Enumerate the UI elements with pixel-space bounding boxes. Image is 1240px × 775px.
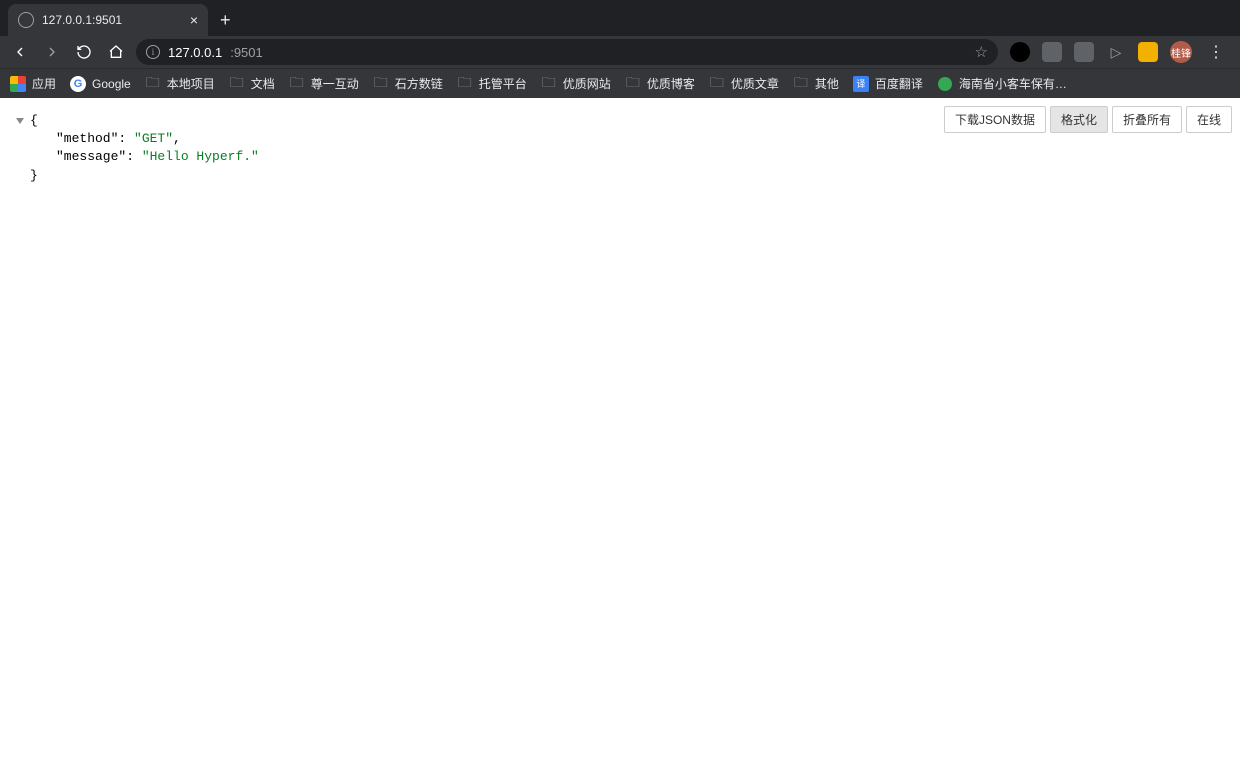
bookmark-label: 优质网站 xyxy=(563,75,611,92)
folder-icon: 🗀 xyxy=(145,76,161,92)
format-button[interactable]: 格式化 xyxy=(1050,106,1108,133)
folder-icon: 🗀 xyxy=(289,76,305,92)
bookmark-label: 托管平台 xyxy=(479,75,527,92)
json-line-message: "message": "Hello Hyperf." xyxy=(16,148,1224,166)
globe-icon xyxy=(18,12,34,28)
bookmark-label: 优质博客 xyxy=(647,75,695,92)
profile-avatar[interactable]: 桂锋 xyxy=(1170,41,1192,63)
back-button[interactable] xyxy=(8,40,32,64)
extension-icon-4[interactable]: ▷ xyxy=(1106,42,1126,62)
online-button[interactable]: 在线 xyxy=(1186,106,1232,133)
bookmark-folder[interactable]: 🗀 其他 xyxy=(793,75,839,92)
json-line-close: } xyxy=(16,167,1224,185)
translate-icon: 译 xyxy=(853,76,869,92)
json-viewer-toolbar: 下载JSON数据 格式化 折叠所有 在线 xyxy=(944,106,1232,133)
bookmark-star-icon[interactable]: ☆ xyxy=(975,43,988,61)
bookmark-label: 尊一互动 xyxy=(311,75,359,92)
menu-kebab-icon[interactable]: ⋮ xyxy=(1204,42,1228,62)
folder-icon: 🗀 xyxy=(541,76,557,92)
extension-icon-3[interactable] xyxy=(1074,42,1094,62)
folder-icon: 🗀 xyxy=(229,76,245,92)
browser-tab[interactable]: 127.0.0.1:9501 × xyxy=(8,4,208,36)
extension-icon-1[interactable] xyxy=(1010,42,1030,62)
extension-icon-2[interactable] xyxy=(1042,42,1062,62)
folder-icon: 🗀 xyxy=(709,76,725,92)
google-icon: G xyxy=(70,76,86,92)
bookmarks-bar: 应用 G Google 🗀 本地项目 🗀 文档 🗀 尊一互动 🗀 石方数链 🗀 … xyxy=(0,68,1240,98)
collapse-toggle-icon[interactable] xyxy=(16,118,24,124)
folder-icon: 🗀 xyxy=(457,76,473,92)
download-json-button[interactable]: 下载JSON数据 xyxy=(944,106,1046,133)
collapse-all-button[interactable]: 折叠所有 xyxy=(1112,106,1182,133)
extension-icon-5[interactable] xyxy=(1138,42,1158,62)
close-icon[interactable]: × xyxy=(190,13,198,27)
bookmark-folder[interactable]: 🗀 托管平台 xyxy=(457,75,527,92)
home-button[interactable] xyxy=(104,40,128,64)
site-icon xyxy=(937,76,953,92)
bookmark-folder[interactable]: 🗀 优质文章 xyxy=(709,75,779,92)
bookmark-label: 海南省小客车保有… xyxy=(959,75,1067,92)
forward-button[interactable] xyxy=(40,40,64,64)
bookmark-label: 本地项目 xyxy=(167,75,215,92)
bookmark-google[interactable]: G Google xyxy=(70,76,131,92)
browser-toolbar: i 127.0.0.1 :9501 ☆ ▷ 桂锋 ⋮ xyxy=(0,36,1240,68)
bookmark-label: 文档 xyxy=(251,75,275,92)
address-bar[interactable]: i 127.0.0.1 :9501 ☆ xyxy=(136,39,998,65)
bookmark-hainan[interactable]: 海南省小客车保有… xyxy=(937,75,1067,92)
bookmark-label: 石方数链 xyxy=(395,75,443,92)
site-info-icon[interactable]: i xyxy=(146,45,160,59)
bookmark-translate[interactable]: 译 百度翻译 xyxy=(853,75,923,92)
reload-button[interactable] xyxy=(72,40,96,64)
bookmark-folder[interactable]: 🗀 文档 xyxy=(229,75,275,92)
page-content: 下载JSON数据 格式化 折叠所有 在线 { "method": "GET", … xyxy=(0,98,1240,775)
folder-icon: 🗀 xyxy=(625,76,641,92)
bookmark-label: 其他 xyxy=(815,75,839,92)
url-port: :9501 xyxy=(230,45,263,60)
bookmark-folder[interactable]: 🗀 石方数链 xyxy=(373,75,443,92)
bookmark-folder[interactable]: 🗀 优质博客 xyxy=(625,75,695,92)
browser-tabbar: 127.0.0.1:9501 × + xyxy=(0,0,1240,36)
bookmark-folder[interactable]: 🗀 本地项目 xyxy=(145,75,215,92)
new-tab-button[interactable]: + xyxy=(208,4,243,36)
bookmark-label: 优质文章 xyxy=(731,75,779,92)
bookmark-label: 应用 xyxy=(32,75,56,92)
url-host: 127.0.0.1 xyxy=(168,45,222,60)
apps-icon xyxy=(10,76,26,92)
extension-icons: ▷ 桂锋 ⋮ xyxy=(1006,41,1232,63)
bookmark-folder[interactable]: 🗀 优质网站 xyxy=(541,75,611,92)
folder-icon: 🗀 xyxy=(793,76,809,92)
bookmark-label: Google xyxy=(92,77,131,91)
tab-title: 127.0.0.1:9501 xyxy=(42,13,182,27)
bookmark-folder[interactable]: 🗀 尊一互动 xyxy=(289,75,359,92)
bookmark-label: 百度翻译 xyxy=(875,75,923,92)
folder-icon: 🗀 xyxy=(373,76,389,92)
bookmark-apps[interactable]: 应用 xyxy=(10,75,56,92)
